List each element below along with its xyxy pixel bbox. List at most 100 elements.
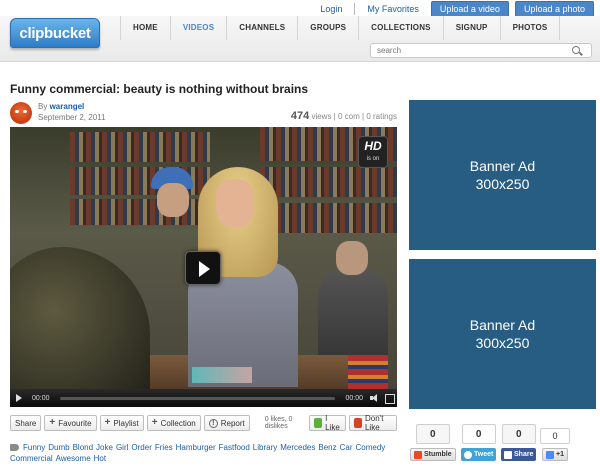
tweet-label: Tweet — [474, 451, 494, 458]
nav-signup[interactable]: SIGNUP — [442, 16, 500, 40]
hd-badge[interactable]: HD is on — [358, 136, 388, 168]
play-pause-icon[interactable] — [10, 389, 28, 407]
current-time: 00:00 — [32, 394, 50, 402]
share-count: 0 — [501, 424, 536, 444]
nav-photos[interactable]: PHOTOS — [499, 16, 561, 40]
warning-icon: ! — [208, 418, 218, 428]
author-info: By warangel September 2, 2011 — [38, 102, 105, 122]
share-label: Share — [15, 418, 37, 428]
author-link[interactable]: warangel — [50, 102, 85, 111]
search-input[interactable] — [371, 46, 571, 55]
collection-button[interactable]: + Collection — [146, 415, 201, 431]
report-label: Report — [220, 418, 245, 428]
site-logo[interactable]: clipbucket — [10, 18, 100, 48]
favourite-label: Favourite — [58, 418, 92, 428]
video-player[interactable]: HD is on 00:00 00:00 — [10, 127, 397, 407]
playlist-button[interactable]: + Playlist — [99, 415, 144, 431]
tag-link[interactable]: Dumb — [48, 443, 69, 452]
fullscreen-icon[interactable] — [381, 389, 397, 407]
tag-link[interactable]: Benz — [318, 443, 336, 452]
banner-ad-title: Banner Ad — [469, 317, 536, 333]
nav-collections[interactable]: COLLECTIONS — [358, 16, 443, 40]
tweet-widget: 0 Tweet — [461, 424, 497, 461]
avatar[interactable] — [10, 102, 32, 124]
tag-link[interactable]: Girl — [116, 443, 128, 452]
banner-ad-title: Banner Ad — [469, 158, 536, 174]
tag-link[interactable]: Fastfood — [219, 443, 250, 452]
tag-link[interactable]: Commercial — [10, 454, 53, 463]
tag-link[interactable]: Car — [340, 443, 353, 452]
facebook-icon — [504, 450, 512, 459]
nav-home[interactable]: HOME — [120, 16, 170, 40]
stumble-label: Stumble — [424, 451, 452, 458]
head — [157, 183, 189, 217]
favourite-button[interactable]: + Favourite — [44, 415, 97, 431]
stumble-button[interactable]: Stumble — [410, 448, 456, 461]
tag-link[interactable]: Joke — [96, 443, 113, 452]
ratings-count: 0 ratings — [366, 112, 397, 121]
upload-date: September 2, 2011 — [38, 113, 106, 122]
plus-icon: + — [104, 417, 111, 428]
divider — [354, 3, 356, 15]
banner-ad-size: 300x250 — [475, 176, 530, 192]
tag-link[interactable]: Hot — [94, 454, 106, 463]
report-button[interactable]: ! Report — [203, 415, 250, 431]
like-button[interactable]: I Like — [308, 414, 347, 432]
dislike-button[interactable]: Don't Like — [349, 414, 397, 432]
tweet-button[interactable]: Tweet — [461, 448, 497, 461]
thumbs-up-icon — [313, 418, 323, 428]
dislike-label: Don't Like — [364, 414, 384, 432]
share-button[interactable]: Share — [10, 415, 42, 431]
upload-video-button[interactable]: Upload a video — [430, 1, 509, 17]
volume-icon[interactable] — [367, 389, 381, 407]
tag-link[interactable]: Comedy — [356, 443, 386, 452]
plus-one-label: +1 — [556, 451, 564, 458]
hd-status: is on — [366, 156, 380, 162]
video-actions: Share + Favourite + Playlist + Collectio… — [10, 414, 397, 432]
login-link[interactable]: Login — [314, 4, 348, 14]
tag-link[interactable]: Awesome — [56, 454, 91, 463]
play-icon[interactable] — [185, 251, 221, 285]
tag-link[interactable]: Mercedes — [280, 443, 315, 452]
tag-link[interactable]: Fries — [155, 443, 173, 452]
tag-link[interactable]: Order — [131, 443, 151, 452]
banner-ad[interactable]: Banner Ad 300x250 — [409, 259, 596, 409]
plus-one-count: 0 — [540, 428, 570, 444]
views-label: views — [311, 112, 332, 121]
facebook-share-label: Share — [514, 451, 534, 458]
upload-photo-button[interactable]: Upload a photo — [514, 1, 594, 17]
by-line: By warangel — [38, 102, 105, 111]
face — [216, 179, 254, 227]
person-right — [318, 241, 388, 367]
player-controls: 00:00 00:00 — [10, 389, 397, 407]
nav-groups[interactable]: GROUPS — [297, 16, 358, 40]
stumble-widget: 0 Stumble — [410, 424, 456, 461]
likes-count: 0 likes, 0 dislikes — [264, 416, 293, 430]
facebook-share-button[interactable]: Share — [501, 448, 537, 461]
tag-link[interactable]: Funny — [23, 443, 45, 452]
views-count: 474 — [290, 110, 310, 122]
nav-videos[interactable]: VIDEOS — [169, 16, 226, 40]
author-row: By warangel September 2, 2011 474 views … — [10, 102, 397, 124]
google-plus-icon — [546, 450, 554, 459]
hd-label: HD — [364, 139, 382, 153]
tag-link[interactable]: Hamburger — [176, 443, 216, 452]
by-label: By — [38, 102, 48, 111]
seek-bar[interactable] — [59, 396, 336, 400]
tag-link[interactable]: Blond — [73, 443, 93, 452]
my-favorites-link[interactable]: My Favorites — [361, 4, 425, 14]
banner-ad-size: 300x250 — [475, 335, 530, 351]
search-icon[interactable] — [571, 45, 583, 57]
book — [192, 367, 252, 383]
banner-ad[interactable]: Banner Ad 300x250 — [409, 100, 596, 250]
nav-channels[interactable]: CHANNELS — [226, 16, 297, 40]
tag-link[interactable]: Library — [253, 443, 277, 452]
facebook-widget: 0 Share — [501, 424, 537, 461]
tag-icon — [10, 444, 19, 452]
playlist-label: Playlist — [113, 418, 139, 428]
total-time: 00:00 — [345, 394, 363, 402]
plus-one-button[interactable]: +1 — [542, 448, 568, 461]
head — [336, 241, 368, 275]
stumbleupon-icon — [414, 450, 422, 459]
thumbs-down-icon — [354, 418, 362, 428]
